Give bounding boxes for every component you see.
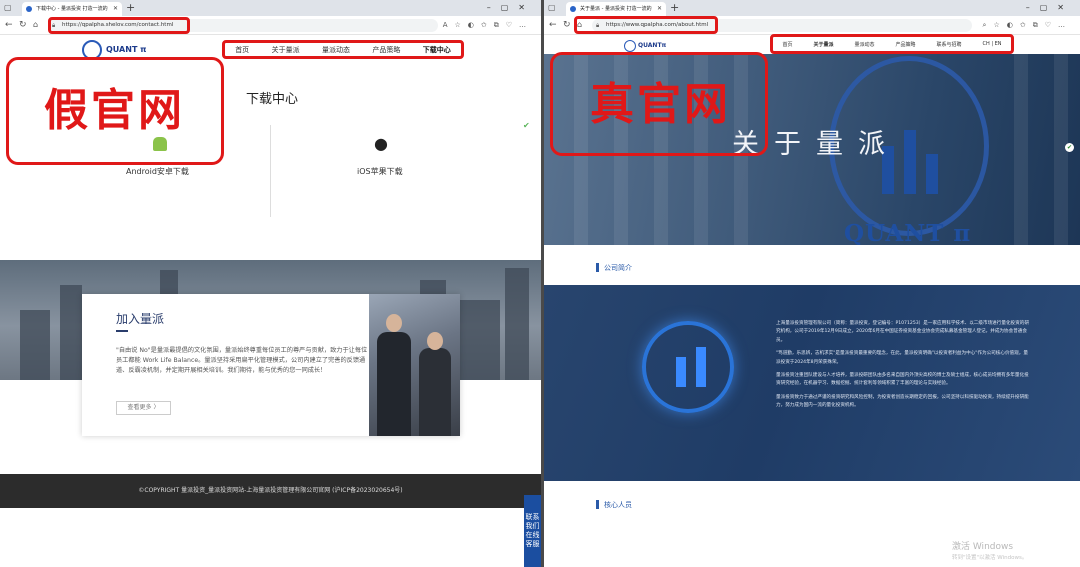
refresh-icon[interactable]: ↻	[19, 19, 27, 31]
back-icon[interactable]: ←	[549, 19, 557, 31]
android-icon[interactable]	[153, 137, 167, 151]
active-tab[interactable]: 下载中心 - 量派投资 打造一流的 ✕	[22, 2, 122, 16]
tab-title: 关于量派 - 量派投资 打造一流的	[580, 6, 652, 12]
section-title: 核心人员	[604, 501, 632, 509]
right-browser-window: ▢ 关于量派 - 量派投资 打造一流的 ✕ + –▢✕ ← ↻ ⌂ 🔒︎ htt…	[544, 0, 1080, 567]
site-logo[interactable]: QUANTπ	[624, 40, 666, 52]
intro-paragraph: 量派投资致力于通过严谨的投资研究和风险控制，为投资者创造长期稳定的回报，公司坚持…	[776, 394, 1029, 409]
tab-strip: ▢ 下载中心 - 量派投资 打造一流的 ✕ + –▢✕	[0, 0, 541, 16]
intro-paragraph: 上海量派投资管理有限公司（简称：量派投资，登记编号：P1071253）是一家应用…	[776, 321, 1029, 343]
tab-title: 下载中心 - 量派投资 打造一流的	[36, 6, 108, 12]
section-title: 公司简介	[604, 264, 632, 272]
close-tab-icon[interactable]: ✕	[657, 2, 662, 16]
tab-actions-icon[interactable]: ▢	[548, 1, 556, 15]
logo-mark-icon	[624, 40, 636, 52]
active-tab[interactable]: 关于量派 - 量派投资 打造一流的 ✕	[566, 2, 666, 16]
contact-float-label: 联系我们 在线客服	[525, 513, 540, 548]
card-body: "自由说 No"是量派最提倡的文化氛围，量派始终尊重每位员工的尊严与贡献，致力于…	[116, 347, 368, 374]
download-center-title: 下载中心	[246, 92, 299, 107]
windows-activation-watermark: 激活 Windows 转到"设置"以激活 Windows。	[952, 542, 1027, 564]
browser-toolbar-icons[interactable]: A☆◐✩⧉♡…	[443, 20, 533, 30]
activation-title: 激活 Windows	[952, 542, 1014, 552]
verified-check-icon: ✔	[1065, 143, 1074, 152]
intro-paragraph: "笃道勤，乐思辨，志机求实"是量派投资最重要的理念，在此，量派投资明确"以投资者…	[776, 351, 1028, 365]
verified-check-icon: ✔	[523, 121, 530, 130]
hero-brand: QUANT π	[844, 220, 972, 245]
refresh-icon[interactable]: ↻	[563, 19, 571, 31]
android-download-link[interactable]: Android安卓下载	[126, 166, 189, 177]
apple-icon[interactable]: ●	[374, 136, 388, 152]
real-site-label: 真官网	[590, 79, 731, 130]
url-highlight-box	[574, 16, 718, 34]
glowing-logo-icon	[642, 321, 734, 413]
fake-site-label: 假官网	[44, 85, 185, 136]
new-tab-icon[interactable]: +	[670, 1, 679, 15]
back-icon[interactable]: ←	[5, 19, 13, 31]
join-us-card: 加入量派 "自由说 No"是量派最提倡的文化氛围，量派始终尊重每位员工的尊严与贡…	[82, 294, 460, 436]
site-favicon-icon	[570, 6, 576, 12]
home-icon[interactable]: ⌂	[33, 19, 38, 31]
left-browser-window: ▢ 下载中心 - 量派投资 打造一流的 ✕ + –▢✕ ← ↻ ⌂ 🔒︎ htt…	[0, 0, 541, 567]
close-tab-icon[interactable]: ✕	[113, 2, 118, 16]
window-controls[interactable]: –▢✕	[1026, 1, 1074, 15]
company-intro-text: 上海量派投资管理有限公司（简称：量派投资，登记编号：P1071253）是一家应用…	[776, 320, 1032, 416]
company-intro-panel: 上海量派投资管理有限公司（简称：量派投资，登记编号：P1071253）是一家应用…	[544, 285, 1080, 481]
tab-strip: ▢ 关于量派 - 量派投资 打造一流的 ✕ + –▢✕	[544, 0, 1080, 16]
section-heading-team: 核心人员	[596, 500, 632, 510]
view-more-button[interactable]: 查看更多 〉	[116, 401, 171, 415]
activation-subtitle: 转到"设置"以激活 Windows。	[952, 555, 1028, 561]
logo-text: QUANT π	[106, 45, 147, 54]
nav-highlight-box	[770, 34, 1014, 54]
nav-highlight-box	[222, 40, 464, 59]
window-controls[interactable]: –▢✕	[487, 1, 535, 15]
tab-actions-icon[interactable]: ▢	[4, 1, 12, 15]
divider	[270, 125, 271, 217]
card-title: 加入量派	[116, 312, 165, 326]
contact-float-button[interactable]: 联系我们 在线客服	[524, 495, 541, 567]
site-favicon-icon	[26, 6, 32, 12]
browser-toolbar-icons[interactable]: ⌕☆◐✩⧉♡…	[983, 20, 1072, 30]
card-title-underline	[116, 330, 128, 332]
site-footer: ©COPYRIGHT 量派投资_量派投资网站-上海量派投资管理有限公司官网 (沪…	[0, 474, 541, 508]
logo-text: QUANTπ	[638, 42, 667, 49]
ios-download-link[interactable]: iOS苹果下载	[357, 166, 403, 177]
new-tab-icon[interactable]: +	[126, 1, 135, 15]
intro-paragraph: 量派投资注重团队建设与人才培养，量派投研团队由多名来自国内外顶尖高校的博士及硕士…	[776, 373, 1029, 387]
section-heading-intro: 公司简介	[596, 263, 632, 273]
staff-photo	[369, 294, 460, 436]
url-highlight-box	[48, 17, 190, 34]
